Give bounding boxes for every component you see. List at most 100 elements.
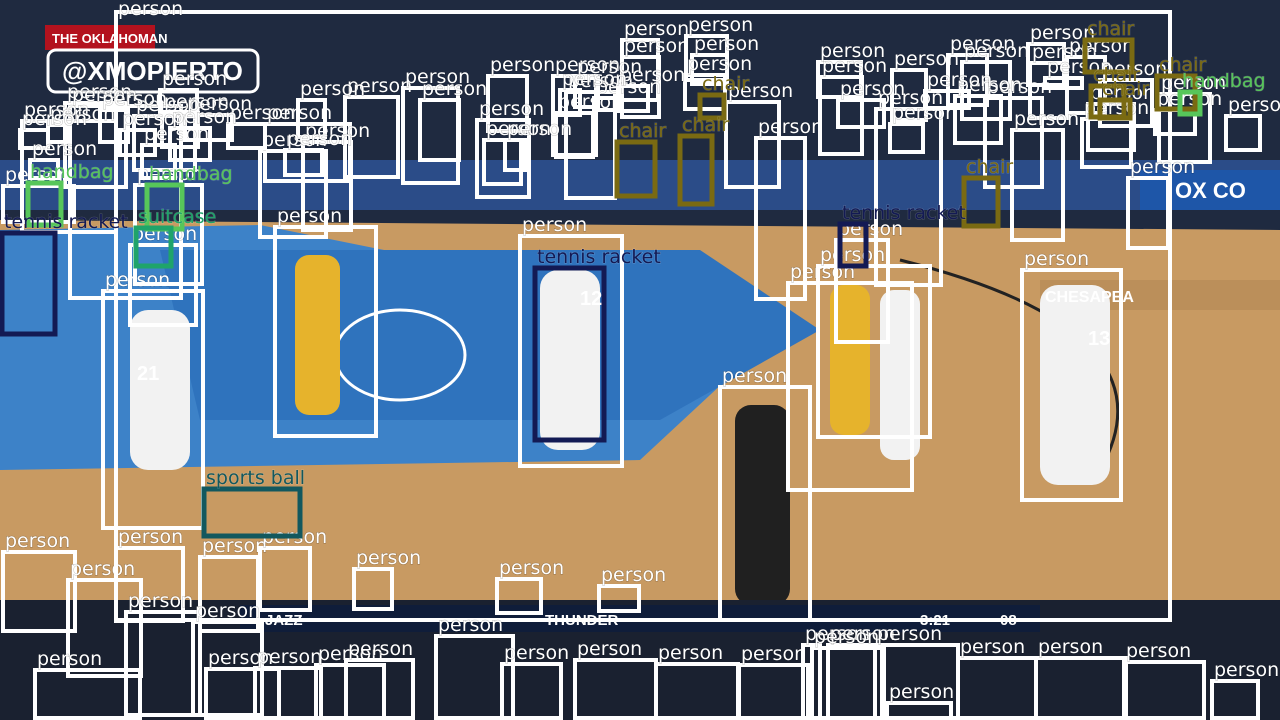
sports-ball-label: sports ball bbox=[206, 467, 305, 489]
tennis-racket-box bbox=[532, 265, 607, 443]
person-label: person bbox=[356, 547, 421, 569]
person-box bbox=[344, 658, 415, 720]
person-label: person bbox=[1130, 156, 1195, 178]
person-label: person bbox=[822, 55, 887, 77]
person-label: person bbox=[877, 623, 942, 645]
person-label: person bbox=[102, 88, 167, 110]
person-label: person bbox=[479, 98, 544, 120]
person-label: person bbox=[1014, 108, 1079, 130]
person-box bbox=[1034, 656, 1128, 720]
person-label: person bbox=[562, 68, 627, 90]
person-box bbox=[418, 98, 461, 162]
chair-label: chair bbox=[966, 156, 1013, 178]
person-label: person bbox=[687, 53, 752, 75]
person-label: person bbox=[32, 138, 97, 160]
chair-box bbox=[677, 133, 715, 207]
person-label: person bbox=[37, 648, 102, 670]
person-label: person bbox=[128, 590, 193, 612]
person-box bbox=[654, 662, 740, 720]
tennis-racket-label: tennis racket bbox=[4, 211, 128, 233]
tennis-racket-label: tennis racket bbox=[537, 246, 661, 268]
person-label: person bbox=[438, 614, 503, 636]
person-box bbox=[874, 107, 943, 287]
person-label: person bbox=[758, 116, 823, 138]
person-box bbox=[495, 577, 543, 615]
person-box bbox=[500, 662, 563, 720]
person-label: person bbox=[1024, 248, 1089, 270]
person-box bbox=[597, 584, 641, 613]
person-label: person bbox=[162, 68, 227, 90]
person-label: person bbox=[960, 636, 1025, 658]
person-label: person bbox=[601, 564, 666, 586]
person-label: person bbox=[624, 35, 689, 57]
chair-label: chair bbox=[682, 114, 729, 136]
person-label: person bbox=[522, 214, 587, 236]
person-label: person bbox=[257, 646, 322, 668]
person-label: person bbox=[22, 108, 87, 130]
handbag-label: handbag bbox=[30, 161, 114, 183]
tennis-racket-label: tennis racket bbox=[842, 202, 966, 224]
handbag-label: handbag bbox=[149, 163, 233, 185]
person-box bbox=[124, 610, 202, 717]
chair-label: chair bbox=[1087, 18, 1134, 40]
person-label: person bbox=[577, 638, 642, 660]
person-label: person bbox=[1228, 94, 1280, 116]
person-box bbox=[204, 667, 281, 720]
person-label: person bbox=[1214, 659, 1279, 681]
person-box bbox=[885, 701, 953, 720]
person-box bbox=[737, 663, 810, 720]
person-label: person bbox=[277, 205, 342, 227]
chair-label: chair bbox=[1102, 78, 1149, 100]
person-box bbox=[401, 86, 460, 185]
person-label: person bbox=[889, 681, 954, 703]
person-box bbox=[273, 225, 378, 438]
person-label: person bbox=[490, 54, 555, 76]
person-label: person bbox=[300, 78, 365, 100]
person-box bbox=[1, 550, 77, 633]
basketball-detection-frame: THE OKLAHOMAN @XMOPIERTO OX CO CHESAPEA … bbox=[0, 0, 1280, 720]
person-box bbox=[718, 385, 812, 622]
person-label: person bbox=[927, 69, 992, 91]
person-label: person bbox=[105, 269, 170, 291]
person-label: person bbox=[814, 626, 879, 648]
detection-overlay: personpersonpersonpersonpersonperson pers… bbox=[0, 0, 1280, 720]
person-label: person bbox=[195, 600, 260, 622]
person-label: person bbox=[722, 365, 787, 387]
person-label: person bbox=[741, 643, 806, 665]
person-box bbox=[258, 546, 312, 612]
person-label: person bbox=[348, 638, 413, 660]
chair-box bbox=[614, 139, 658, 199]
person-label: person bbox=[422, 78, 487, 100]
person-box bbox=[1020, 268, 1123, 502]
person-label: person bbox=[287, 128, 352, 150]
suitcase-label: suitcase bbox=[138, 206, 216, 228]
person-label: person bbox=[504, 642, 569, 664]
person-box bbox=[1122, 660, 1206, 720]
handbag-label: handbag bbox=[1182, 70, 1266, 92]
person-box bbox=[956, 656, 1038, 720]
person-label: person bbox=[658, 642, 723, 664]
person-label: person bbox=[694, 33, 759, 55]
person-box bbox=[482, 138, 523, 186]
person-box bbox=[1126, 176, 1170, 250]
person-box bbox=[1210, 679, 1260, 720]
person-label: person bbox=[964, 40, 1029, 62]
person-label: person bbox=[70, 558, 135, 580]
person-label: person bbox=[507, 118, 572, 140]
chair-label: chair bbox=[619, 120, 666, 142]
person-label: person bbox=[499, 557, 564, 579]
person-label: person bbox=[118, 526, 183, 548]
person-box bbox=[314, 663, 386, 720]
person-box bbox=[352, 567, 394, 611]
person-box bbox=[1224, 114, 1262, 152]
person-label: person bbox=[1126, 640, 1191, 662]
person-label: person bbox=[1038, 636, 1103, 658]
chair-label: chair bbox=[702, 73, 749, 95]
person-box bbox=[888, 122, 925, 154]
person-box bbox=[724, 100, 781, 189]
person-box bbox=[573, 658, 658, 720]
person-label: person bbox=[840, 78, 905, 100]
person-label: person bbox=[118, 0, 183, 20]
tennis-racket-box bbox=[0, 230, 58, 337]
person-label: person bbox=[5, 530, 70, 552]
